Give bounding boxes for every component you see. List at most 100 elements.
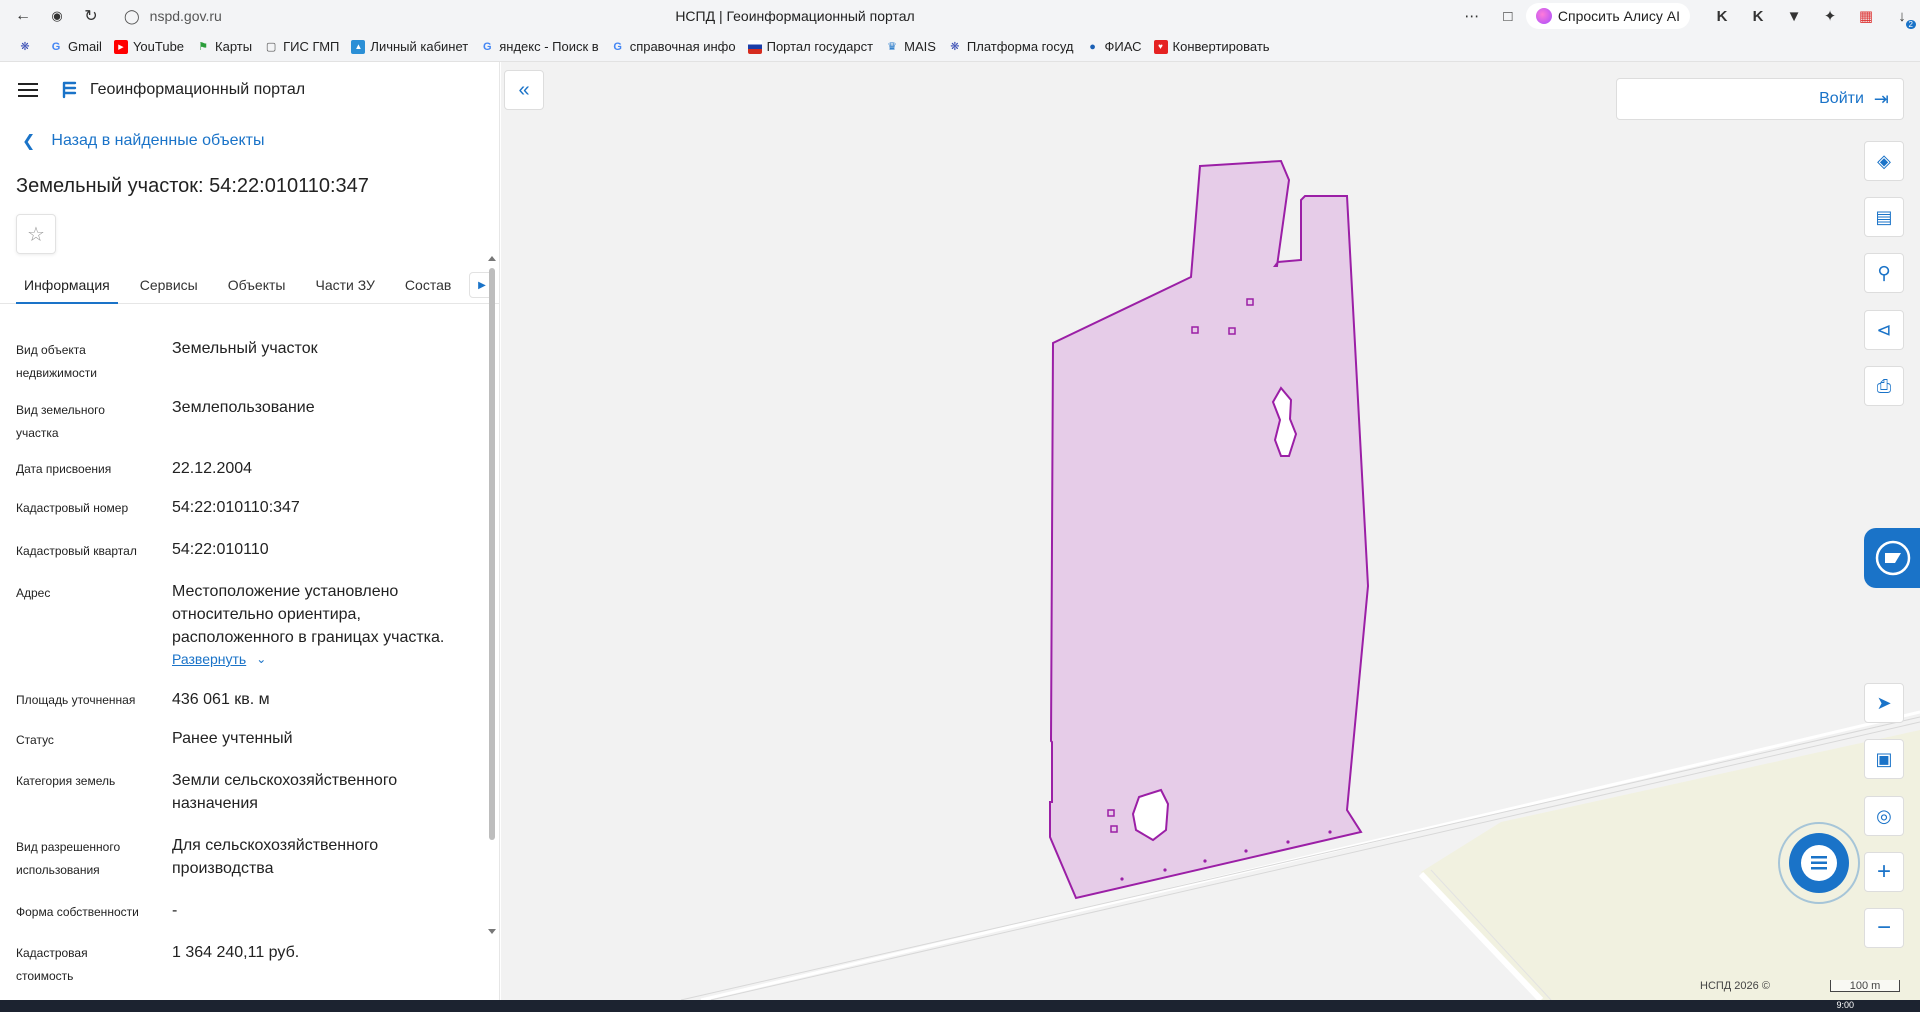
bookmark-gosuslugi[interactable]: Портал государст bbox=[747, 39, 873, 54]
layers-icon[interactable]: ◈ bbox=[1864, 141, 1904, 181]
more-icon[interactable]: ⋯ bbox=[1454, 0, 1490, 32]
print-icon[interactable]: ⎙ bbox=[1864, 366, 1904, 406]
map-copyright: НСПД 2026 © bbox=[1700, 980, 1770, 992]
property-label: Вид объекта недвижимости bbox=[16, 343, 97, 380]
favorite-star-icon[interactable]: ☆ bbox=[16, 214, 56, 254]
property-value: Местоположение установлено относительно … bbox=[172, 583, 445, 646]
parcel-point bbox=[1120, 877, 1124, 881]
tab-composition[interactable]: Состав bbox=[397, 277, 459, 303]
scroll-down-icon[interactable] bbox=[488, 929, 496, 934]
notification-badge: 2 bbox=[1905, 20, 1916, 29]
cabinet-icon: ▲ bbox=[351, 39, 366, 54]
extension-k-icon[interactable]: K bbox=[1704, 0, 1740, 32]
back-to-results-link[interactable]: ❮ Назад в найденные объекты bbox=[0, 124, 499, 158]
extension-puzzle-icon[interactable]: ✦ bbox=[1812, 0, 1848, 32]
property-value: Для сельскохозяйственного производства bbox=[172, 837, 379, 877]
property-label: Вид земельного участка bbox=[16, 403, 105, 440]
taskbar-clock: 9:00 bbox=[1836, 1000, 1854, 1010]
alice-button[interactable]: Спросить Алису AI bbox=[1525, 3, 1690, 29]
app-title: Геоинформационный портал bbox=[90, 81, 306, 98]
bookmark-platform[interactable]: ❋ Платформа госуд bbox=[948, 39, 1074, 54]
expand-address-link[interactable]: Развернуть ⌄ bbox=[172, 651, 266, 667]
parcel-point bbox=[1244, 849, 1248, 853]
bookmark-maps[interactable]: ⚑ Карты bbox=[196, 39, 252, 54]
property-label: Площадь уточненная bbox=[16, 693, 136, 707]
bookmark-label: Конвертировать bbox=[1172, 39, 1270, 54]
object-heading: Земельный участок: 54:22:010110:347 bbox=[16, 175, 369, 197]
zoom-in-button[interactable]: + bbox=[1864, 852, 1904, 892]
scroll-up-icon[interactable] bbox=[488, 256, 496, 261]
bookmark-label: ГИС ГМП bbox=[283, 39, 340, 54]
back-arrow-icon[interactable]: ← bbox=[6, 0, 40, 32]
parcel-point bbox=[1328, 830, 1332, 834]
bookmark-fias[interactable]: ● ФИАС bbox=[1086, 39, 1141, 54]
minimap-icon[interactable]: ▣ bbox=[1864, 739, 1904, 779]
bookmark-yandex-search[interactable]: Gяндекс - Поиск в bbox=[480, 39, 599, 54]
map-scale: 100 m bbox=[1830, 980, 1900, 992]
bookmark-gis-gmp[interactable]: ▢ ГИС ГМП bbox=[264, 39, 340, 54]
share-icon[interactable]: ⊲ bbox=[1864, 310, 1904, 350]
address-bar[interactable]: ◯ nspd.gov.ru bbox=[124, 8, 222, 25]
bookmark-convert[interactable]: ♥ Конвертировать bbox=[1153, 39, 1270, 54]
map-canvas[interactable] bbox=[501, 62, 1920, 1000]
property-value: 22.12.2004 bbox=[172, 460, 253, 477]
extension-k2-icon[interactable]: K bbox=[1740, 0, 1776, 32]
bookmark-label: справочная инфо bbox=[629, 39, 736, 54]
bookmarks-bar: ❋ G Gmail ▶ YouTube ⚑ Карты ▢ ГИС ГМП ▲ Личны… bbox=[0, 32, 1920, 62]
geolocation-icon[interactable]: ◎ bbox=[1864, 796, 1904, 836]
panel-scrollbar[interactable] bbox=[487, 256, 497, 936]
tab-objects[interactable]: Объекты bbox=[220, 277, 294, 303]
zoom-out-button[interactable]: − bbox=[1864, 908, 1904, 948]
downloads-icon[interactable]: ↓ 2 bbox=[1884, 0, 1920, 32]
convert-icon: ♥ bbox=[1153, 39, 1168, 54]
collapse-panel-icon[interactable]: « bbox=[504, 70, 544, 110]
chevron-down-icon: ⌄ bbox=[256, 652, 267, 666]
bookmark-youtube[interactable]: ▶ YouTube bbox=[113, 39, 184, 54]
map-svg bbox=[680, 159, 1920, 1000]
bookmark-gmail[interactable]: G Gmail bbox=[49, 39, 102, 54]
youtube-icon: ▶ bbox=[113, 39, 128, 54]
bookmark-label: Gmail bbox=[68, 39, 102, 54]
property-value: Земельный участок bbox=[172, 340, 318, 357]
menu-icon[interactable] bbox=[18, 83, 38, 97]
bookmark-emblem[interactable]: ❋ bbox=[18, 40, 37, 54]
shield-icon: ◯ bbox=[124, 7, 140, 24]
tab-services[interactable]: Сервисы bbox=[132, 277, 206, 303]
area-search-icon[interactable]: ⚲ bbox=[1864, 253, 1904, 293]
bookmark-label: Платформа госуд bbox=[966, 39, 1074, 54]
bookmark-label: яндекс - Поиск в bbox=[499, 39, 599, 54]
scroll-thumb[interactable] bbox=[489, 268, 495, 840]
browser-titlebar: ← ◉ ↻ ◯ nspd.gov.ru НСПД | Геоинформацио… bbox=[0, 0, 1920, 32]
tabs-bar: Информация Сервисы Объекты Части ЗУ Сост… bbox=[0, 268, 499, 304]
alice-label: Спросить Алису AI bbox=[1557, 8, 1680, 24]
back-label: Назад в найденные объекты bbox=[51, 132, 265, 149]
extension-grid-icon[interactable]: ▦ bbox=[1848, 0, 1884, 32]
tab-parts[interactable]: Части ЗУ bbox=[307, 277, 382, 303]
support-badge-icon[interactable] bbox=[1864, 528, 1920, 588]
maps-icon: ⚑ bbox=[198, 41, 208, 53]
google-icon: G bbox=[613, 40, 622, 53]
parcel-point bbox=[1286, 840, 1290, 844]
property-label: Статус bbox=[16, 733, 54, 747]
bookmark-icon[interactable]: □ bbox=[1490, 0, 1526, 32]
emblem-icon: ❋ bbox=[950, 41, 960, 53]
emblem-icon: ❋ bbox=[20, 41, 30, 53]
chat-button[interactable] bbox=[1776, 820, 1862, 906]
os-taskbar: 9:00 bbox=[0, 1000, 1920, 1012]
support-badge-glyph bbox=[1875, 540, 1911, 576]
bookmark-reference[interactable]: Gсправочная инфо bbox=[611, 39, 736, 54]
bookmark-cabinet[interactable]: ▲ Личный кабинет bbox=[351, 39, 468, 54]
property-label: Адрес bbox=[16, 586, 51, 600]
tab-information[interactable]: Информация bbox=[16, 277, 118, 304]
yandex-icon[interactable]: ◉ bbox=[40, 0, 74, 32]
login-button[interactable]: Войти ⇥ bbox=[1616, 78, 1904, 120]
navigate-icon[interactable]: ➤ bbox=[1864, 683, 1904, 723]
bookmark-mais[interactable]: ♛ MAIS bbox=[885, 39, 936, 54]
fias-icon: ● bbox=[1089, 40, 1096, 53]
land-parcel[interactable] bbox=[1049, 159, 1370, 900]
ruler-icon[interactable]: ▤ bbox=[1864, 197, 1904, 237]
extension-shield-icon[interactable]: ▼ bbox=[1776, 0, 1812, 32]
parcel-point bbox=[1203, 859, 1207, 863]
google-icon: G bbox=[482, 40, 492, 53]
reload-icon[interactable]: ↻ bbox=[74, 0, 108, 32]
